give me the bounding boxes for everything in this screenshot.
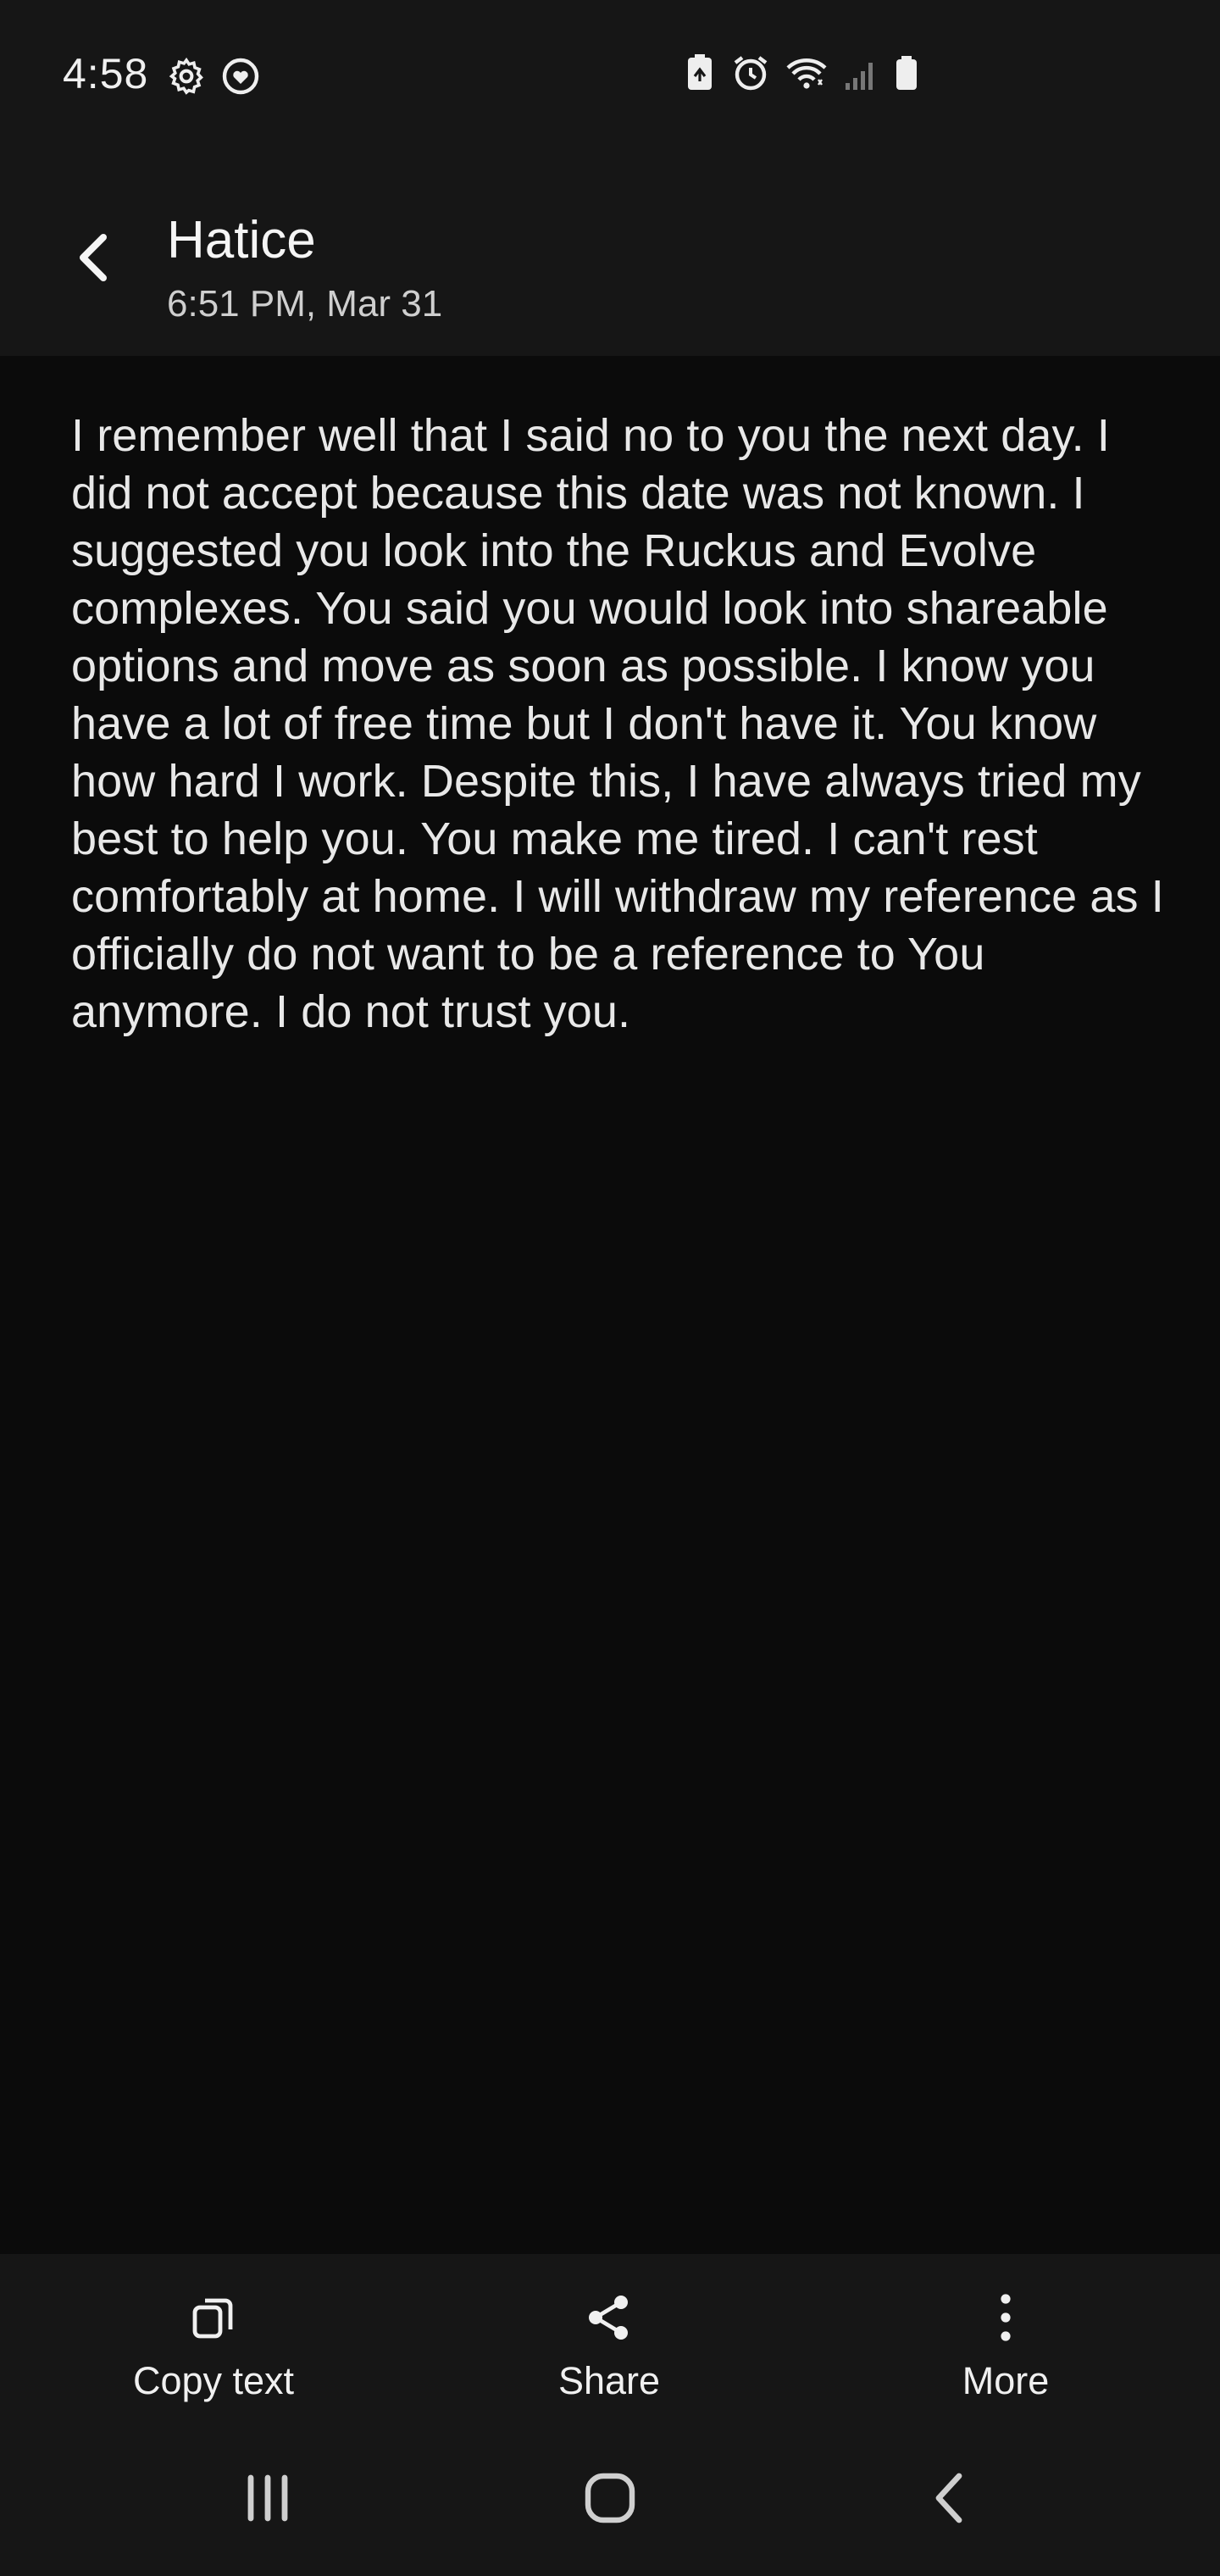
share-label: Share	[557, 2359, 661, 2402]
share-button[interactable]: Share	[474, 2290, 745, 2417]
heart-shield-icon	[220, 56, 261, 97]
status-bar: 4:58	[0, 0, 1220, 146]
sender-name: Hatice	[167, 211, 316, 269]
home-icon	[583, 2471, 637, 2529]
message-text: I remember well that I said no to you th…	[71, 410, 1164, 1037]
wifi-icon	[785, 53, 829, 93]
home-button[interactable]	[559, 2457, 661, 2542]
settings-icon	[166, 56, 207, 97]
app-header: Hatice 6:51 PM, Mar 31	[0, 146, 1220, 356]
battery-icon	[893, 53, 920, 93]
action-bar: Copy text Share More	[0, 2254, 1220, 2423]
signal-icon	[842, 53, 879, 93]
status-time: 4:58	[63, 50, 149, 97]
back-icon	[930, 2471, 968, 2529]
navigation-bar	[0, 2423, 1220, 2576]
recent-apps-button[interactable]	[217, 2457, 319, 2542]
nav-back-button[interactable]	[898, 2457, 1000, 2542]
back-button[interactable]	[61, 227, 125, 291]
alarm-icon	[730, 53, 771, 93]
message-date: 6:51 PM, Mar 31	[167, 283, 443, 325]
copy-text-button[interactable]: Copy text	[78, 2290, 349, 2417]
battery-saver-icon	[683, 53, 717, 93]
more-button[interactable]: More	[870, 2290, 1141, 2417]
message-viewer-screen: 4:58 Hatice 6:51 PM, Mar 31 I remember w…	[0, 0, 1220, 2576]
chevron-left-icon	[73, 230, 114, 289]
copy-icon	[188, 2292, 239, 2347]
recent-apps-icon	[241, 2473, 295, 2528]
share-icon	[584, 2292, 635, 2347]
more-label: More	[962, 2359, 1050, 2402]
copy-text-label: Copy text	[132, 2359, 295, 2402]
more-vertical-icon	[993, 2290, 1018, 2349]
